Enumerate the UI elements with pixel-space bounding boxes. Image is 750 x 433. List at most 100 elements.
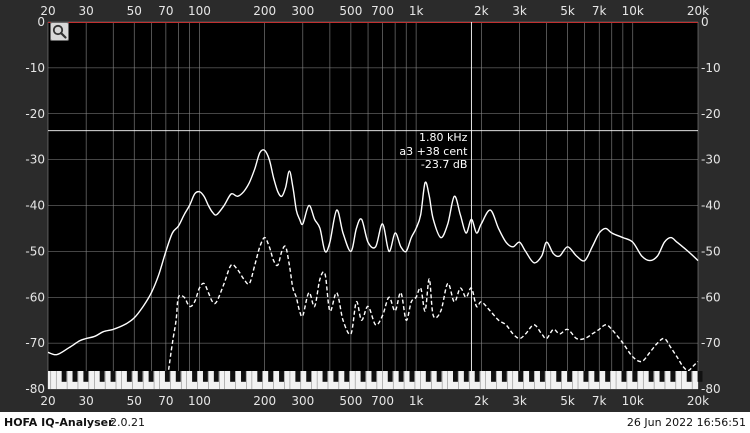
piano-black-key bbox=[474, 371, 480, 382]
y-tick-label-right: -10 bbox=[701, 61, 721, 75]
x-tick-label: 7k bbox=[592, 394, 607, 408]
y-tick-label-right: -20 bbox=[701, 107, 721, 121]
piano-black-key bbox=[529, 371, 534, 382]
piano-black-key bbox=[436, 371, 442, 382]
piano-black-key bbox=[295, 371, 301, 382]
magnifier-icon bbox=[52, 24, 67, 39]
piano-black-key bbox=[333, 371, 339, 382]
piano-black-key bbox=[425, 371, 431, 382]
x-tick-label: 500 bbox=[339, 394, 362, 408]
x-tick-label: 3k bbox=[512, 394, 527, 408]
x-tick-label: 200 bbox=[253, 394, 276, 408]
analyzer-window: 20 20 30 30 50 50 70 70 100 100 200 200 300 300 500 500… bbox=[0, 0, 750, 412]
piano-black-key bbox=[686, 371, 692, 382]
piano-black-key bbox=[175, 371, 181, 382]
x-tick-label: 300 bbox=[291, 4, 314, 18]
piano-black-key bbox=[202, 371, 208, 382]
piano-black-key bbox=[268, 371, 274, 382]
piano-black-key bbox=[126, 371, 132, 382]
piano-black-key bbox=[501, 371, 507, 382]
piano-black-key bbox=[344, 371, 350, 382]
piano-black-key bbox=[83, 371, 89, 382]
piano-black-key bbox=[192, 371, 197, 382]
y-tick-label-left: -10 bbox=[25, 61, 45, 75]
y-tick-label-left: -40 bbox=[25, 199, 45, 213]
x-tick-label: 70 bbox=[158, 4, 173, 18]
piano-black-key bbox=[371, 371, 377, 382]
piano-black-key bbox=[213, 371, 219, 382]
x-tick-label: 30 bbox=[79, 4, 94, 18]
x-tick-label: 500 bbox=[339, 4, 362, 18]
x-tick-label: 2k bbox=[474, 4, 489, 18]
y-tick-label-left: -80 bbox=[25, 382, 45, 396]
piano-black-key bbox=[387, 371, 393, 382]
piano-black-key bbox=[398, 371, 404, 382]
piano-black-key bbox=[567, 371, 573, 382]
y-tick-label-right: -60 bbox=[701, 290, 721, 304]
x-tick-label: 30 bbox=[79, 394, 94, 408]
x-tick-label: 700 bbox=[371, 4, 394, 18]
piano-black-key bbox=[164, 371, 170, 382]
y-tick-label-right: -80 bbox=[701, 382, 721, 396]
x-tick-label: 1k bbox=[409, 4, 424, 18]
x-tick-label: 10k bbox=[622, 4, 644, 18]
x-tick-label: 100 bbox=[188, 394, 211, 408]
zoom-button[interactable] bbox=[50, 22, 69, 41]
x-tick-label: 50 bbox=[127, 394, 142, 408]
piano-black-key bbox=[697, 371, 703, 382]
piano-black-key bbox=[491, 371, 496, 382]
piano-black-key bbox=[621, 371, 627, 382]
piano-black-key bbox=[594, 371, 600, 382]
piano-black-key bbox=[409, 371, 415, 382]
cursor-readout-note: a3 +38 cent bbox=[399, 145, 468, 158]
x-tick-label: 20k bbox=[687, 394, 709, 408]
x-tick-label: 70 bbox=[158, 394, 173, 408]
y-tick-label-right: -70 bbox=[701, 336, 721, 350]
piano-black-key bbox=[148, 371, 154, 382]
piano-black-key bbox=[452, 371, 458, 382]
piano-black-key bbox=[518, 371, 524, 382]
y-tick-label-right: 0 bbox=[701, 15, 709, 29]
piano-black-key bbox=[605, 371, 611, 382]
piano-black-key bbox=[61, 371, 67, 382]
x-tick-label: 300 bbox=[291, 394, 314, 408]
status-bar: HOFA IQ-Analyser 2.0.21 26 Jun 2022 16:5… bbox=[0, 412, 750, 433]
x-tick-label: 5k bbox=[560, 394, 575, 408]
piano-black-key bbox=[556, 371, 562, 382]
y-tick-label-left: 0 bbox=[37, 15, 45, 29]
y-tick-label-left: -60 bbox=[25, 290, 45, 304]
app-name: HOFA IQ-Analyser bbox=[4, 416, 114, 429]
y-tick-label-left: -70 bbox=[25, 336, 45, 350]
y-tick-label-left: -30 bbox=[25, 153, 45, 167]
piano-keyboard bbox=[48, 371, 703, 389]
piano-black-key bbox=[360, 371, 366, 382]
y-tick-label-right: -30 bbox=[701, 153, 721, 167]
x-tick-label: 200 bbox=[253, 4, 276, 18]
x-tick-label: 20 bbox=[40, 394, 55, 408]
piano-black-key bbox=[99, 371, 105, 382]
y-tick-label-left: -50 bbox=[25, 244, 45, 258]
x-tick-label: 3k bbox=[512, 4, 527, 18]
x-tick-label: 700 bbox=[371, 394, 394, 408]
spectrum-chart[interactable]: 2020303050507070100100200200300300500500… bbox=[0, 0, 750, 412]
piano-black-key bbox=[241, 371, 246, 382]
piano-black-key bbox=[137, 371, 143, 382]
x-tick-label: 1k bbox=[409, 394, 424, 408]
piano-black-key bbox=[632, 371, 638, 382]
timestamp: 26 Jun 2022 16:56:51 bbox=[626, 416, 746, 429]
piano-black-key bbox=[230, 371, 236, 382]
y-tick-label-left: -20 bbox=[25, 107, 45, 121]
piano-black-key bbox=[670, 371, 676, 382]
piano-black-key bbox=[72, 371, 78, 382]
piano-black-key bbox=[306, 371, 312, 382]
piano-black-key bbox=[322, 371, 328, 382]
piano-black-key bbox=[257, 371, 263, 382]
piano-black-key bbox=[110, 371, 116, 382]
cursor-readout-level: -23.7 dB bbox=[421, 158, 468, 171]
x-tick-label: 7k bbox=[592, 4, 607, 18]
x-tick-label: 2k bbox=[474, 394, 489, 408]
x-tick-label: 5k bbox=[560, 4, 575, 18]
app-version: 2.0.21 bbox=[110, 416, 145, 429]
piano-black-key bbox=[463, 371, 469, 382]
piano-black-key bbox=[648, 371, 654, 382]
